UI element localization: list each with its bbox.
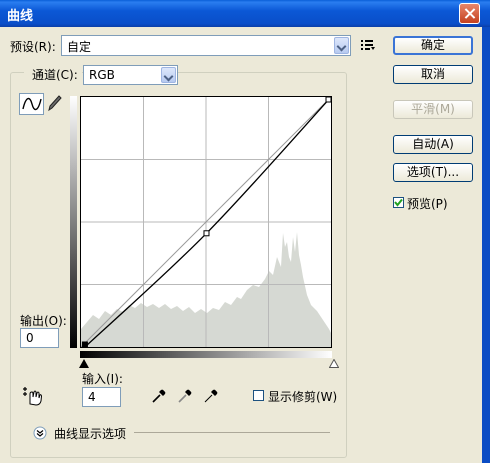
chevron-down-icon[interactable]	[161, 67, 176, 83]
curve-control-point[interactable]	[203, 230, 210, 237]
preset-select[interactable]: 自定	[61, 35, 351, 56]
white-point-slider[interactable]	[329, 359, 339, 368]
auto-button[interactable]: 自动(A)	[393, 135, 473, 154]
output-label: 输出(O):	[20, 314, 67, 328]
gray-eyedropper-icon[interactable]	[177, 388, 193, 404]
output-field[interactable]: 0	[20, 328, 59, 348]
chevron-down-icon[interactable]	[334, 37, 349, 54]
black-point-slider[interactable]	[79, 359, 89, 368]
separator-line	[134, 432, 330, 433]
options-button[interactable]: 选项(T)...	[393, 163, 473, 182]
preset-menu-icon[interactable]	[360, 39, 376, 51]
expand-chevron-icon[interactable]	[33, 426, 47, 440]
close-icon[interactable]	[459, 3, 480, 24]
curve-control-point[interactable]	[325, 97, 331, 103]
preset-value: 自定	[67, 40, 92, 54]
curve-tool-button[interactable]	[19, 93, 44, 115]
preview-label: 预览(P)	[407, 197, 448, 211]
channel-select[interactable]: RGB	[83, 65, 178, 85]
pencil-icon[interactable]	[47, 94, 63, 112]
curve-icon	[22, 97, 42, 111]
curve-display-options-label: 曲线显示选项	[54, 427, 127, 441]
channel-value: RGB	[89, 68, 115, 82]
preset-label: 预设(R):	[10, 40, 56, 54]
input-gradient-bar	[80, 351, 332, 358]
show-clipping-checkbox[interactable]	[253, 390, 264, 401]
window-border	[482, 27, 490, 463]
input-label: 输入(I):	[82, 372, 123, 386]
title-bar: 曲线	[0, 0, 490, 27]
targeted-adjustment-hand-icon[interactable]	[21, 386, 43, 406]
smooth-button[interactable]: 平滑(M)	[393, 100, 473, 119]
channel-label: 通道(C):	[24, 66, 82, 83]
output-gradient-bar	[70, 96, 77, 348]
window-title: 曲线	[7, 9, 34, 24]
curve-graph[interactable]	[80, 96, 332, 348]
checkmark-icon	[394, 198, 403, 207]
cancel-button[interactable]: 取消	[393, 65, 473, 84]
show-clipping-label: 显示修剪(W)	[268, 390, 338, 404]
ok-button[interactable]: 确定	[393, 36, 473, 55]
preview-checkbox[interactable]	[393, 197, 404, 208]
black-eyedropper-icon[interactable]	[151, 388, 167, 404]
curve-control-point[interactable]	[81, 341, 88, 347]
white-eyedropper-icon[interactable]	[203, 388, 219, 404]
input-field[interactable]: 4	[82, 387, 121, 407]
